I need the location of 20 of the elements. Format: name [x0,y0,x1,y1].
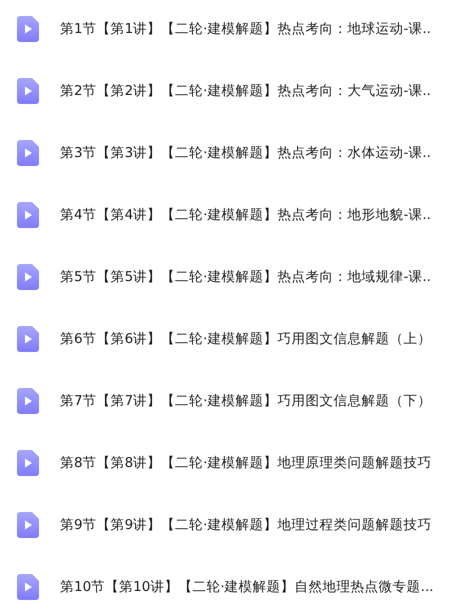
video-file-icon [17,264,39,290]
lesson-title[interactable]: 第1节【第1讲】【二轮·建模解题】热点考向：地球运动-课.. [60,20,431,38]
lesson-title[interactable]: 第6节【第6讲】【二轮·建模解题】巧用图文信息解题（上） [60,330,432,348]
lesson-title[interactable]: 第4节【第4讲】【二轮·建模解题】热点考向：地形地貌-课.. [60,206,431,224]
video-file-icon [17,450,39,476]
video-file-icon [17,512,39,538]
lesson-title[interactable]: 第7节【第7讲】【二轮·建模解题】巧用图文信息解题（下） [60,392,432,410]
video-file-icon [17,388,39,414]
lesson-title[interactable]: 第9节【第9讲】【二轮·建模解题】地理过程类问题解题技巧 [60,516,432,534]
video-file-icon [17,140,39,166]
video-file-icon [17,202,39,228]
video-file-icon [17,574,39,600]
lesson-title[interactable]: 第10节【第10讲】【二轮·建模解题】自然地理热点微专题... [60,578,434,596]
lesson-title[interactable]: 第8节【第8讲】【二轮·建模解题】地理原理类问题解题技巧 [60,454,432,472]
lesson-title[interactable]: 第5节【第5讲】【二轮·建模解题】热点考向：地域规律-课.. [60,268,431,286]
lesson-title[interactable]: 第3节【第3讲】【二轮·建模解题】热点考向：水体运动-课.. [60,144,431,162]
lesson-title[interactable]: 第2节【第2讲】【二轮·建模解题】热点考向：大气运动-课.. [60,82,431,100]
video-file-icon [17,326,39,352]
video-file-icon [17,16,39,42]
video-file-icon [17,78,39,104]
